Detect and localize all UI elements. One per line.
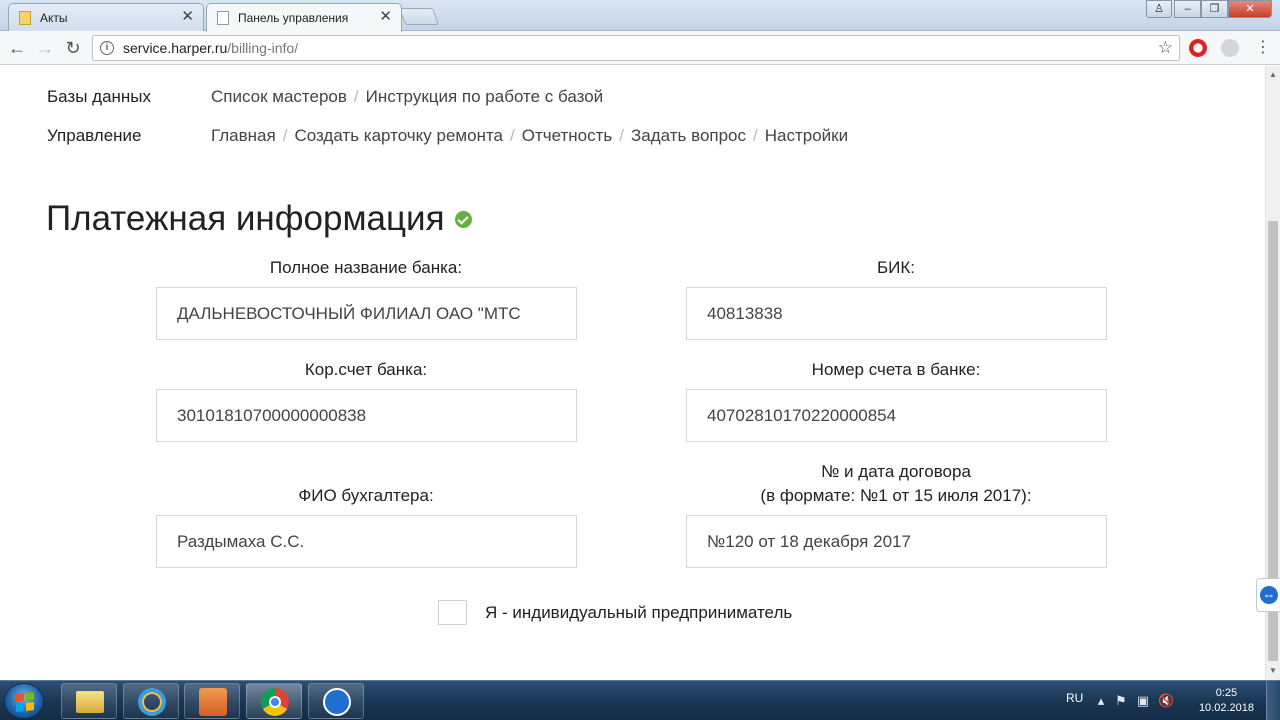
- page-title: Платежная информация: [46, 199, 472, 239]
- browser-toolbar: ← → ↻ i service.harper.ru/billing-info/ …: [0, 31, 1280, 65]
- forward-arrow-icon[interactable]: →: [34, 37, 56, 59]
- tab-title: Панель управления: [238, 11, 349, 25]
- windows-logo-icon: [16, 692, 34, 712]
- folder-icon: [76, 691, 104, 713]
- page-favicon-icon: [217, 11, 229, 25]
- bank-name-input[interactable]: ДАЛЬНЕВОСТОЧНЫЙ ФИЛИАЛ ОАО "МТС: [156, 287, 577, 340]
- taskbar-chrome[interactable]: [246, 683, 302, 719]
- address-bar[interactable]: i service.harper.ru/billing-info/ ☆: [92, 35, 1180, 61]
- close-tab-icon[interactable]: ✕: [181, 9, 194, 24]
- extension-icon[interactable]: [1221, 39, 1239, 57]
- windows-taskbar: RU ▴ ⚑ ▣ 🔇 0:25 10.02.2018: [0, 680, 1280, 720]
- nav-separator: /: [353, 87, 359, 106]
- corr-account-label: Кор.счет банка:: [304, 360, 428, 379]
- user-profile-icon[interactable]: ♙: [1146, 0, 1172, 18]
- start-button[interactable]: [4, 683, 44, 719]
- menu-dots-icon[interactable]: ⋮: [1252, 37, 1274, 59]
- verified-check-icon: [454, 210, 472, 228]
- nav-link-home[interactable]: Главная: [211, 126, 276, 146]
- browser-tab-control-panel[interactable]: Панель управления ✕: [206, 3, 402, 32]
- nav-link-masters-list[interactable]: Список мастеров: [211, 87, 347, 107]
- clock-time: 0:25: [1215, 687, 1238, 699]
- page-title-text: Платежная информация: [46, 199, 445, 238]
- volume-muted-icon[interactable]: 🔇: [1158, 694, 1174, 708]
- nav-link-reports[interactable]: Отчетность: [522, 126, 613, 146]
- account-number-input[interactable]: 40702810170220000854: [686, 389, 1107, 442]
- site-info-icon[interactable]: i: [100, 41, 114, 55]
- language-indicator[interactable]: RU: [1066, 691, 1083, 705]
- nav-link-ask-question[interactable]: Задать вопрос: [631, 126, 746, 146]
- nav-link-settings[interactable]: Настройки: [765, 126, 848, 146]
- entrepreneur-checkbox-row: Я - индивидуальный предприниматель: [438, 600, 792, 625]
- scroll-up-arrow-icon[interactable]: ▲: [1266, 68, 1280, 82]
- management-nav-label: Управление: [47, 126, 142, 145]
- action-center-flag-icon[interactable]: ⚑: [1114, 694, 1128, 708]
- reload-icon[interactable]: ↻: [62, 37, 84, 59]
- tab-title: Акты: [40, 10, 68, 25]
- internet-explorer-icon: [138, 688, 166, 716]
- nav-separator: /: [282, 126, 288, 145]
- nav-link-create-repair-card[interactable]: Создать карточку ремонта: [294, 126, 503, 146]
- contract-label: № и дата договора (в формате: №1 от 15 и…: [686, 460, 1106, 508]
- scroll-down-arrow-icon[interactable]: ▼: [1266, 664, 1280, 678]
- nav-link-db-instructions[interactable]: Инструкция по работе с базой: [366, 87, 604, 107]
- corr-account-input[interactable]: 30101810700000000838: [156, 389, 577, 442]
- databases-nav-label: Базы данных: [47, 87, 152, 106]
- document-favicon-icon: [19, 10, 31, 25]
- bik-label: БИК:: [876, 258, 915, 277]
- databases-nav: Базы данных Список мастеров / Инструкция…: [47, 87, 603, 107]
- nav-separator: /: [619, 126, 625, 145]
- management-nav: Управление Главная / Создать карточку ре…: [47, 126, 848, 146]
- browser-tab-akty[interactable]: Акты ✕: [8, 3, 204, 31]
- taskbar-teamviewer[interactable]: [308, 683, 364, 719]
- teamviewer-icon: [323, 688, 351, 716]
- contract-input[interactable]: №120 от 18 декабря 2017: [686, 515, 1107, 568]
- page-content: Базы данных Список мастеров / Инструкция…: [0, 66, 1265, 680]
- tray-overflow-chevron-icon[interactable]: ▴: [1094, 694, 1108, 708]
- system-tray: RU ▴ ⚑ ▣ 🔇 0:25 10.02.2018: [1050, 681, 1280, 720]
- bank-name-label: Полное название банка:: [269, 258, 463, 277]
- url-path: /billing-info/: [227, 40, 299, 56]
- teamviewer-side-icon[interactable]: [1256, 578, 1280, 612]
- taskbar-clock[interactable]: 0:25 10.02.2018: [1199, 686, 1254, 716]
- chrome-icon: [261, 688, 289, 716]
- maximize-button[interactable]: ❐: [1201, 0, 1228, 18]
- opera-extension-icon[interactable]: [1189, 39, 1207, 57]
- nav-separator: /: [510, 126, 515, 145]
- taskbar-explorer[interactable]: [61, 683, 117, 719]
- contract-label-line2: (в формате: №1 от 15 июля 2017):: [760, 486, 1032, 505]
- media-player-icon: [199, 688, 227, 716]
- network-icon[interactable]: ▣: [1136, 694, 1150, 708]
- account-number-label: Номер счета в банке:: [811, 360, 981, 379]
- back-arrow-icon[interactable]: ←: [6, 37, 28, 59]
- taskbar-media-player[interactable]: [184, 683, 240, 719]
- url-host: service.harper.ru: [123, 40, 228, 56]
- taskbar-internet-explorer[interactable]: [123, 683, 179, 719]
- accountant-input[interactable]: Раздымаха С.С.: [156, 515, 577, 568]
- contract-label-line1: № и дата договора: [821, 462, 971, 481]
- bik-input[interactable]: 40813838: [686, 287, 1107, 340]
- nav-separator: /: [753, 126, 758, 145]
- show-desktop-button[interactable]: [1266, 681, 1280, 720]
- bookmark-star-icon[interactable]: ☆: [1158, 38, 1173, 58]
- entrepreneur-checkbox[interactable]: [438, 600, 467, 625]
- clock-date: 10.02.2018: [1198, 702, 1254, 714]
- entrepreneur-checkbox-label[interactable]: Я - индивидуальный предприниматель: [485, 603, 792, 623]
- close-tab-icon[interactable]: ✕: [379, 9, 392, 24]
- new-tab-button[interactable]: [398, 8, 440, 25]
- close-window-button[interactable]: ✕: [1228, 0, 1272, 18]
- browser-tab-strip: Акты ✕ Панель управления ✕ ♙ – ❐ ✕: [0, 0, 1280, 32]
- accountant-label: ФИО бухгалтера:: [298, 486, 434, 505]
- window-controls: ♙ – ❐ ✕: [1146, 0, 1272, 18]
- minimize-button[interactable]: –: [1174, 0, 1201, 18]
